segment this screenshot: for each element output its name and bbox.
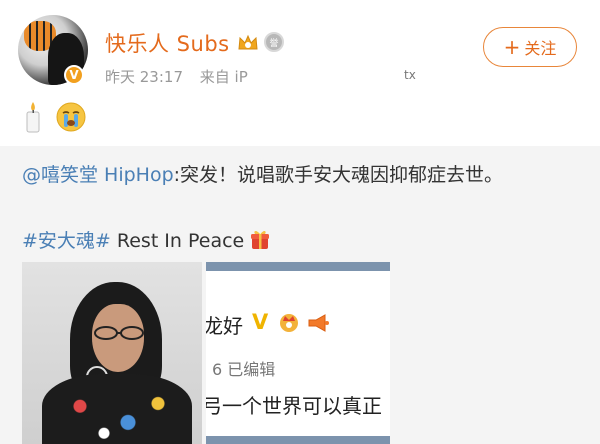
username[interactable]: 快乐人 Subs <box>105 28 230 58</box>
photo-thumbnail[interactable] <box>22 262 202 444</box>
repost-body: :突发！说唱歌手安大魂因抑郁症去世。 <box>173 164 504 186</box>
thumbnail-edit-line: 6 已编辑 <box>212 360 276 379</box>
hashtag-line: #安大魂# Rest In Peace <box>22 226 270 253</box>
thumbnail-bottom-bar <box>206 436 390 444</box>
candle-emoji-icon <box>26 102 40 133</box>
vip-crown-icon <box>238 34 258 50</box>
thumbnail-top-bar <box>206 262 390 271</box>
gift-icon <box>251 230 270 249</box>
tx-mark: tx <box>404 68 416 82</box>
follow-button[interactable]: + 关注 <box>483 27 577 67</box>
crown-icon <box>280 314 298 332</box>
screenshot-thumbnail[interactable]: 龙好 V 6 已编辑 弓一个世界可以真正 <box>206 262 390 444</box>
post-header: V 快乐人 Subs 誉 昨天 23:17 来自 iP tx + 关注 <box>0 0 600 150</box>
crying-emoji-icon <box>56 102 86 132</box>
glasses-graphic <box>94 326 144 340</box>
thumbnail-v-badge: V <box>252 310 269 334</box>
medal-icon: 誉 <box>264 32 284 52</box>
post-source[interactable]: 来自 iP <box>200 68 248 86</box>
repost-text: @嘻笑堂 HipHop:突发！说唱歌手安大魂因抑郁症去世。 <box>22 160 503 187</box>
mention-link[interactable]: @嘻笑堂 HipHop <box>22 164 174 186</box>
hashtag-link[interactable]: #安大魂# <box>22 230 111 252</box>
follow-label: 关注 <box>524 39 557 58</box>
verified-v-icon: V <box>64 65 84 85</box>
thumbnail-name: 龙好 <box>206 314 243 338</box>
plus-icon: + <box>503 35 521 59</box>
post-meta: 昨天 23:17 来自 iP <box>105 66 260 87</box>
megaphone-icon <box>308 314 329 332</box>
post-time: 昨天 23:17 <box>105 68 183 86</box>
jacket-pattern <box>56 390 176 444</box>
thumbnail-body-text: 弓一个世界可以真正 <box>206 394 382 418</box>
hashtag-tail: Rest In Peace <box>110 230 245 252</box>
